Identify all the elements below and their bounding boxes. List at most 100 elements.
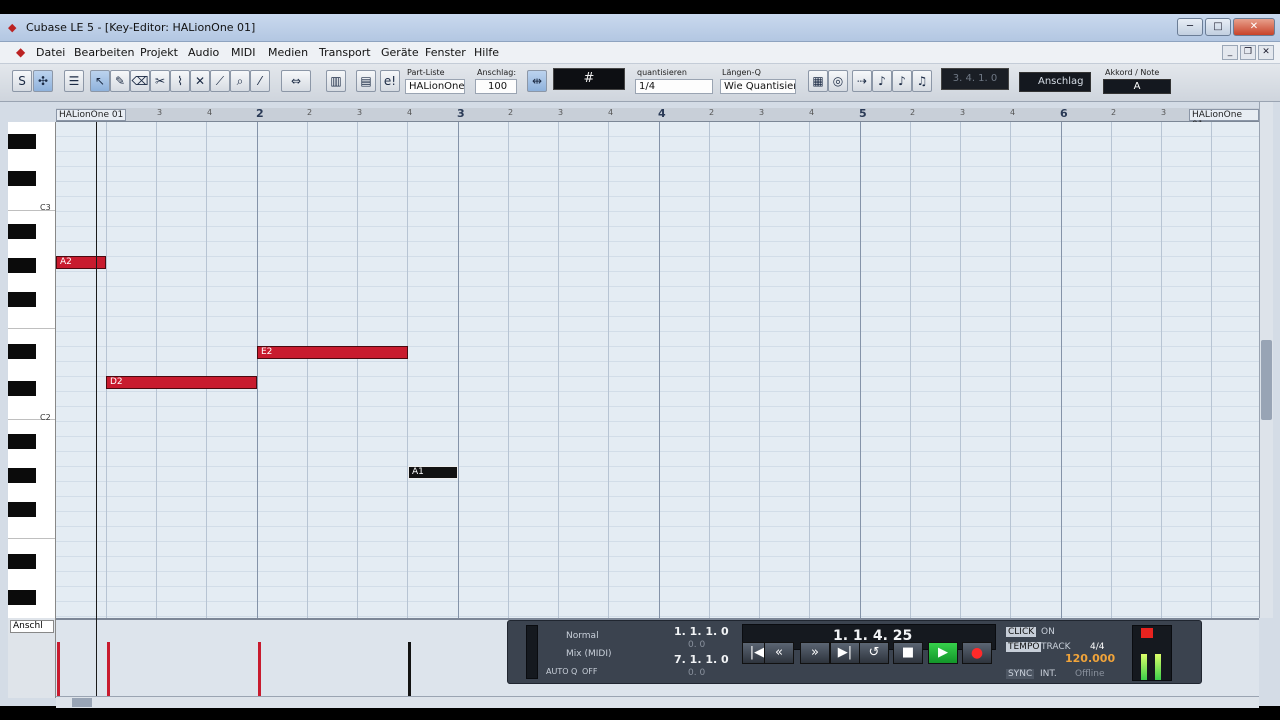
snap-icon[interactable]: ⇹ xyxy=(527,70,547,92)
menu-hilfe[interactable]: Hilfe xyxy=(474,46,499,59)
zoom-tool-icon[interactable]: ⌕ xyxy=(230,70,250,92)
note-d2[interactable]: D2 xyxy=(106,376,257,389)
close-button[interactable]: ✕ xyxy=(1233,18,1275,36)
sync-label[interactable]: SYNC xyxy=(1006,669,1035,679)
note-grid[interactable]: A2 E2 D2 A1 xyxy=(56,122,1259,618)
doc-restore-button[interactable]: ❐ xyxy=(1240,45,1256,60)
menu-audio[interactable]: Audio xyxy=(188,46,219,59)
nudge-icon[interactable]: ⇔ xyxy=(281,70,311,92)
right-locator[interactable]: 7. 1. 1. 0 xyxy=(674,653,729,666)
step-input-icon[interactable]: ▦ xyxy=(808,70,828,92)
line-tool-icon[interactable]: ⁄ xyxy=(250,70,270,92)
pointer-tool-icon[interactable]: ↖ xyxy=(90,70,110,92)
menu-projekt[interactable]: Projekt xyxy=(140,46,178,59)
move-insert-icon[interactable]: ⇢ xyxy=(852,70,872,92)
velocity-insert-field[interactable]: Anschlag: 100 xyxy=(475,68,519,96)
part-borders-icon[interactable]: ▤ xyxy=(356,70,376,92)
length-quantize-value[interactable]: Wie Quantisiert xyxy=(720,79,796,94)
black-key[interactable] xyxy=(8,171,36,186)
menu-datei[interactable]: Datei xyxy=(36,46,65,59)
black-key[interactable] xyxy=(8,258,36,273)
vertical-scroll-thumb[interactable] xyxy=(1261,340,1272,420)
click-state[interactable]: ON xyxy=(1041,627,1055,637)
velocity-icon[interactable]: ♪ xyxy=(892,70,912,92)
black-key[interactable] xyxy=(8,344,36,359)
document-icon[interactable]: ◆ xyxy=(16,45,25,59)
controller-selector[interactable]: Anschl xyxy=(10,620,54,633)
black-key[interactable] xyxy=(8,381,36,396)
click-label[interactable]: CLICK xyxy=(1006,627,1037,637)
maximize-button[interactable]: □ xyxy=(1205,18,1231,36)
length-quantize-field[interactable]: Längen-Q Wie Quantisiert xyxy=(720,68,798,96)
go-to-end-icon[interactable]: ▶| xyxy=(830,642,860,664)
edit-active-part-icon[interactable]: ▥ xyxy=(326,70,346,92)
velocity-insert-value[interactable]: 100 xyxy=(475,79,517,94)
zoom-out-tool-icon[interactable]: ⟋ xyxy=(210,70,230,92)
stop-icon[interactable]: ■ xyxy=(893,642,923,664)
record-mode-mix[interactable]: Mix (MIDI) xyxy=(566,649,611,659)
play-icon[interactable]: ▶ xyxy=(928,642,958,664)
time-signature[interactable]: 4/4 xyxy=(1090,642,1104,652)
vertical-scrollbar[interactable] xyxy=(1259,102,1273,618)
time-ruler[interactable]: HALionOne 01 HALionOne 01 3 4 2 2 3 4 3 … xyxy=(56,107,1259,130)
pitch-icon[interactable]: ♪ xyxy=(872,70,892,92)
note-a1[interactable]: A1 xyxy=(408,466,458,479)
note-off-icon[interactable]: ♫ xyxy=(912,70,932,92)
note-a2[interactable]: A2 xyxy=(56,256,106,269)
info-line-icon[interactable]: ☰ xyxy=(64,70,84,92)
black-key[interactable] xyxy=(8,434,36,449)
menu-geraete[interactable]: Geräte xyxy=(381,46,419,59)
menu-fenster[interactable]: Fenster xyxy=(425,46,466,59)
tempo-label[interactable]: TEMPO xyxy=(1006,642,1042,652)
quantize-value[interactable]: 1/4 xyxy=(635,79,713,94)
tempo-mode[interactable]: TRACK xyxy=(1041,642,1071,652)
menu-bearbeiten[interactable]: Bearbeiten xyxy=(74,46,134,59)
piano-keyboard[interactable]: C3 C2 xyxy=(8,122,56,618)
record-mode-normal[interactable]: Normal xyxy=(566,631,599,641)
autoscroll-icon[interactable]: ✣ xyxy=(33,70,53,92)
left-locator[interactable]: 1. 1. 1. 0 xyxy=(674,625,729,638)
midi-input-icon[interactable]: ◎ xyxy=(828,70,848,92)
note-e2[interactable]: E2 xyxy=(257,346,408,359)
doc-minimize-button[interactable]: _ xyxy=(1222,45,1238,60)
black-key[interactable] xyxy=(8,554,36,569)
playhead-cursor[interactable] xyxy=(96,122,97,696)
menu-medien[interactable]: Medien xyxy=(268,46,308,59)
horizontal-scrollbar[interactable] xyxy=(56,696,1259,708)
tempo-value[interactable]: 120.000 xyxy=(1065,652,1115,665)
minimize-button[interactable]: ─ xyxy=(1177,18,1203,36)
fast-forward-icon[interactable]: » xyxy=(800,642,830,664)
part-list-value[interactable]: HALionOne xyxy=(405,79,465,94)
grid-type-icon[interactable]: # xyxy=(553,68,625,90)
solo-editor-icon[interactable]: S xyxy=(12,70,32,92)
auto-quantize-state[interactable]: OFF xyxy=(582,667,598,676)
sync-source[interactable]: INT. xyxy=(1040,669,1057,679)
black-key[interactable] xyxy=(8,502,36,517)
black-key[interactable] xyxy=(8,292,36,307)
menu-midi[interactable]: MIDI xyxy=(231,46,255,59)
black-key[interactable] xyxy=(8,590,36,605)
black-key[interactable] xyxy=(8,224,36,239)
part-list-field[interactable]: Part-Liste HALionOne xyxy=(405,68,467,96)
split-tool-icon[interactable]: ✂ xyxy=(150,70,170,92)
doc-close-button[interactable]: ✕ xyxy=(1258,45,1274,60)
record-icon[interactable]: ● xyxy=(962,642,992,664)
horizontal-scroll-thumb[interactable] xyxy=(72,698,92,707)
velocity-bar-d2[interactable] xyxy=(107,642,110,696)
black-key[interactable] xyxy=(8,468,36,483)
velocity-bar-e2[interactable] xyxy=(258,642,261,696)
velocity-color-field[interactable]: Anschlag xyxy=(1019,68,1093,96)
draw-tool-icon[interactable]: ✎ xyxy=(110,70,130,92)
erase-tool-icon[interactable]: ⌫ xyxy=(130,70,150,92)
cycle-icon[interactable]: ↺ xyxy=(859,642,889,664)
inplace-edit-icon[interactable]: e! xyxy=(380,70,400,92)
menu-transport[interactable]: Transport xyxy=(319,46,371,59)
black-key[interactable] xyxy=(8,134,36,149)
rewind-icon[interactable]: « xyxy=(764,642,794,664)
velocity-color-value[interactable]: Anschlag xyxy=(1019,72,1091,92)
velocity-bar-a1[interactable] xyxy=(408,642,411,696)
glue-tool-icon[interactable]: ⌇ xyxy=(170,70,190,92)
velocity-bar-a2[interactable] xyxy=(57,642,60,696)
quantize-field[interactable]: quantisieren 1/4 xyxy=(635,68,715,96)
mute-tool-icon[interactable]: ✕ xyxy=(190,70,210,92)
